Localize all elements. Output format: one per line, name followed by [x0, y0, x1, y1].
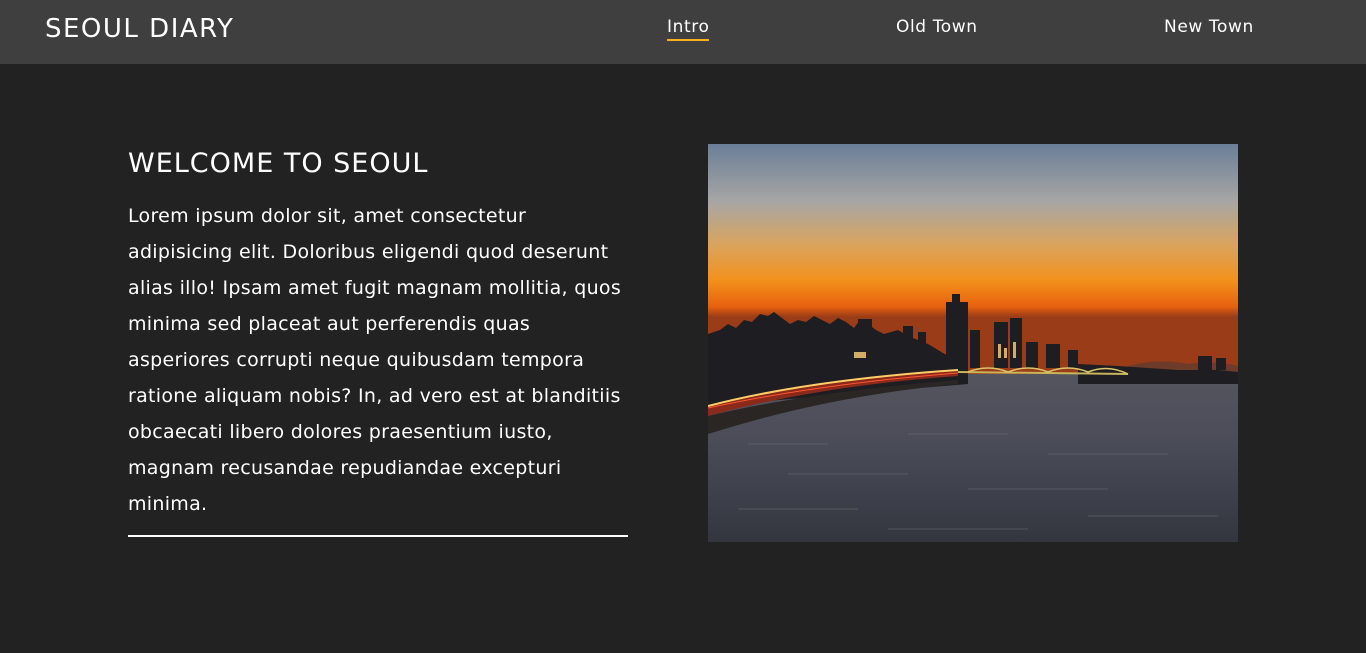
nav-intro[interactable]: Intro: [667, 17, 710, 41]
nav-old-town[interactable]: Old Town: [896, 17, 978, 39]
intro-paragraph: Lorem ipsum dolor sit, amet consectetur …: [128, 205, 622, 515]
site-header: SEOUL DIARY Intro Old Town New Town: [0, 0, 1366, 64]
page-title: WELCOME TO SEOUL: [128, 148, 429, 179]
seoul-skyline-image: [708, 144, 1238, 542]
skyline-photo-illustration: [708, 144, 1238, 542]
nav-new-town[interactable]: New Town: [1164, 17, 1254, 39]
site-logo[interactable]: SEOUL DIARY: [45, 14, 234, 44]
section-divider: [128, 535, 628, 537]
